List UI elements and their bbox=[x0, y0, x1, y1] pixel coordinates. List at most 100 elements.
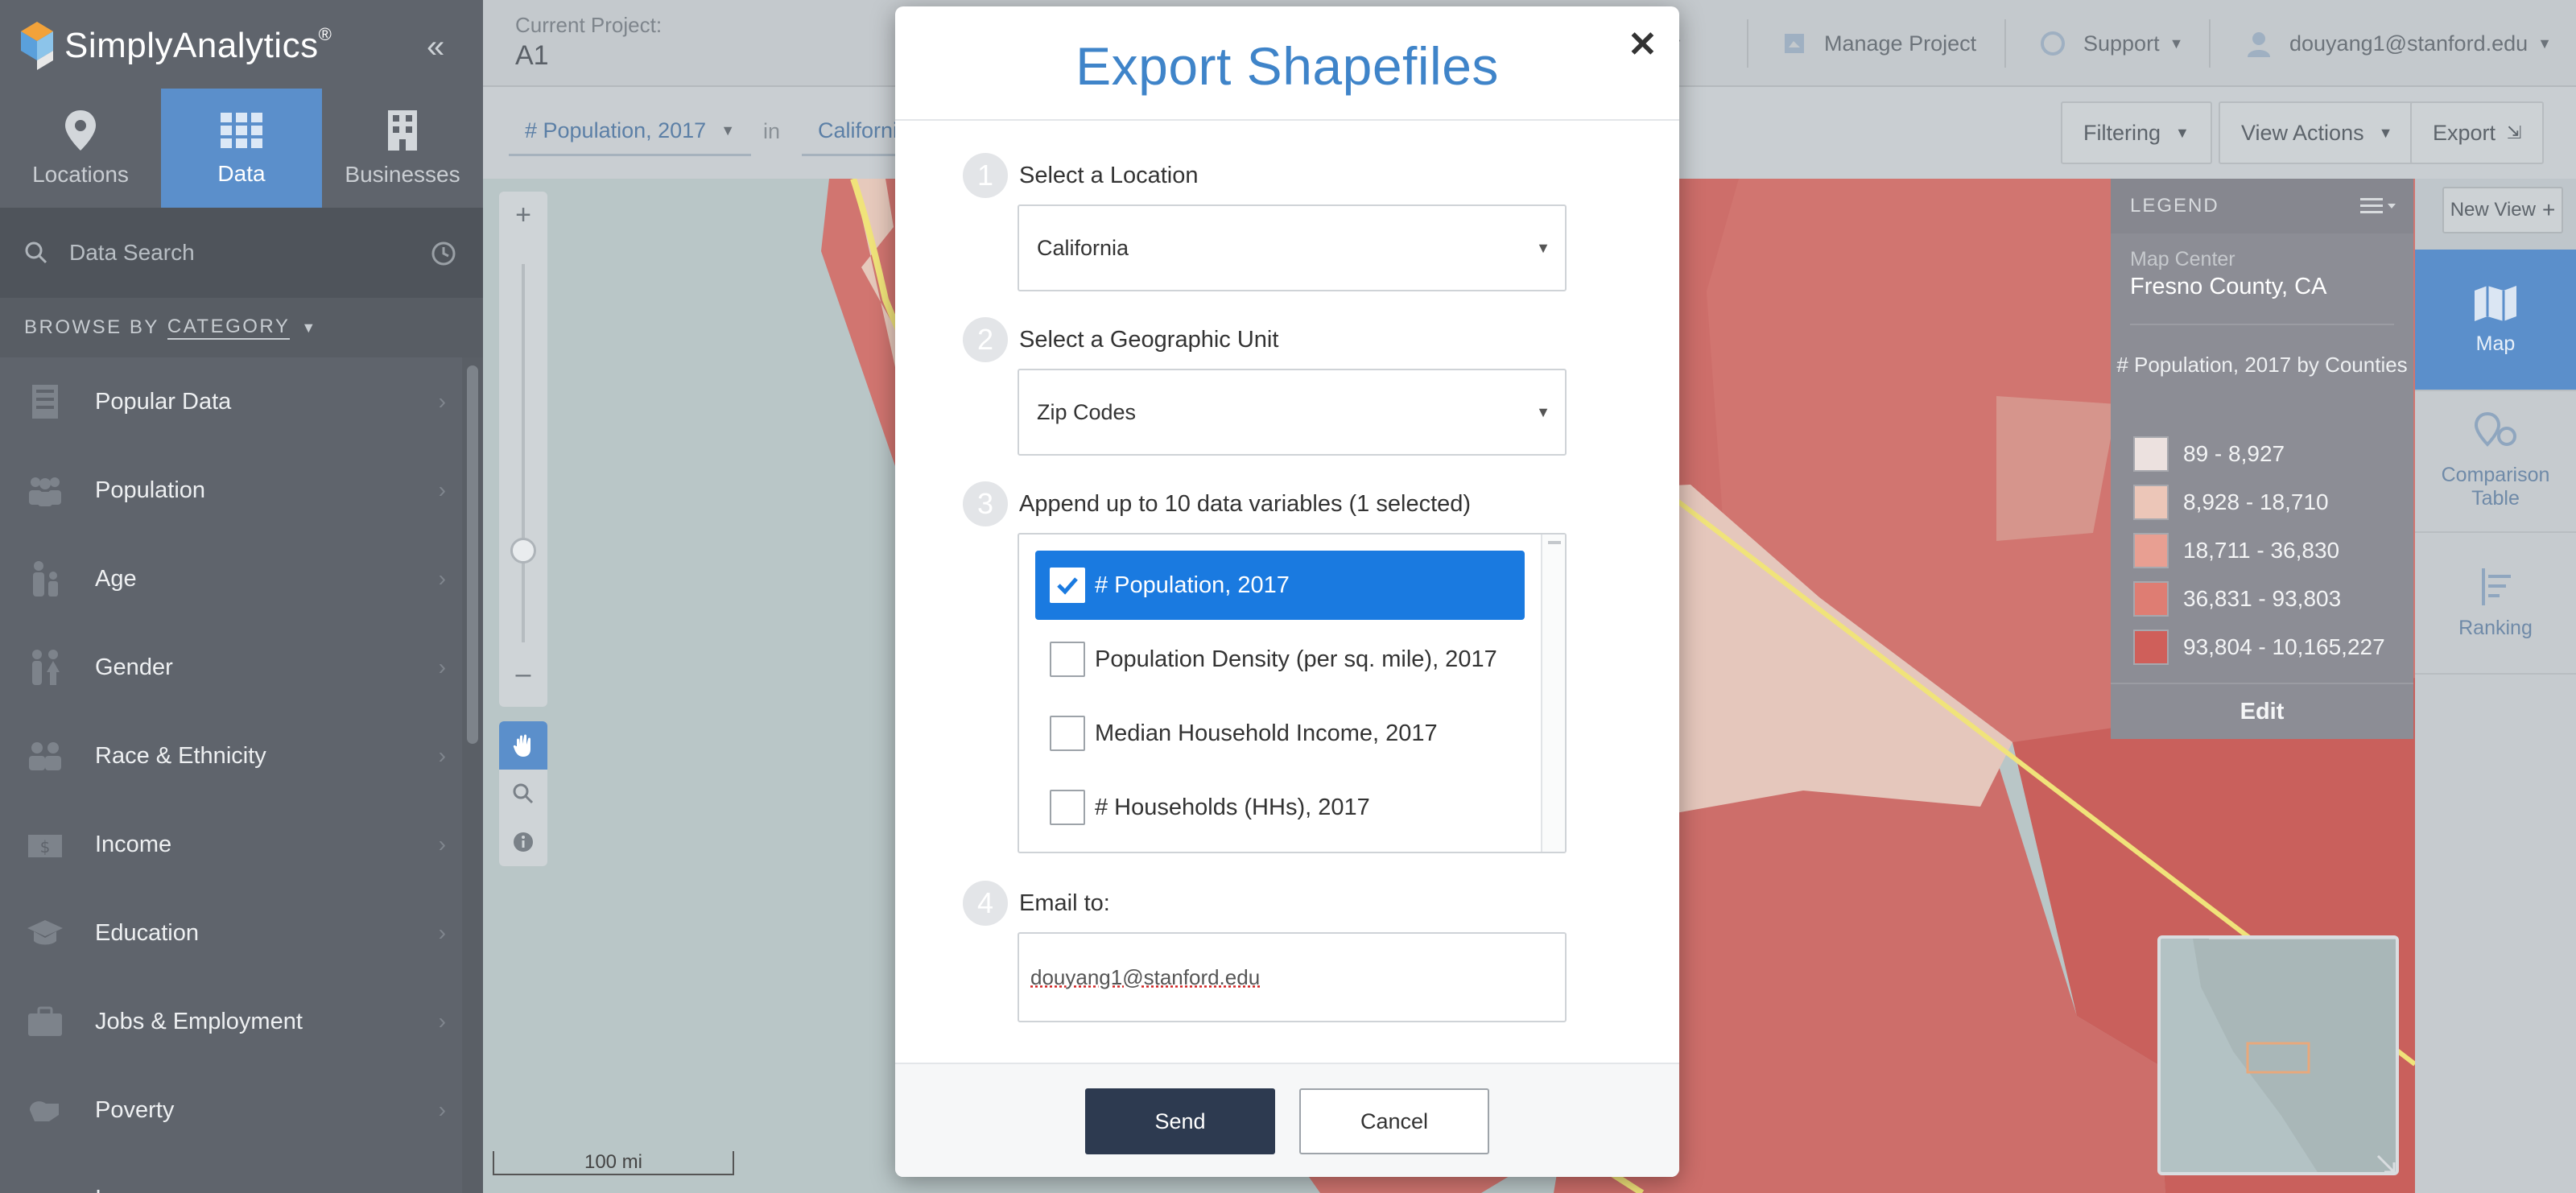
legend-swatch bbox=[2133, 485, 2169, 520]
view-comparison-label: Comparison Table bbox=[2441, 464, 2550, 510]
chevron-right-icon: › bbox=[438, 566, 446, 591]
checkbox[interactable] bbox=[1050, 568, 1085, 603]
checkbox[interactable] bbox=[1050, 716, 1085, 751]
data-bars-icon bbox=[221, 113, 262, 148]
chevron-down-icon: ▼ bbox=[2378, 124, 2393, 141]
registered-mark: ® bbox=[318, 24, 332, 44]
data-search-input[interactable] bbox=[69, 240, 423, 266]
map-icon bbox=[2475, 285, 2516, 321]
chevron-down-icon: ▼ bbox=[2175, 124, 2190, 141]
browse-prefix: BROWSE BY bbox=[24, 316, 159, 338]
category-population[interactable]: Population › bbox=[0, 446, 462, 535]
user-menu[interactable]: douyang1@stanford.edu ▼ bbox=[2246, 0, 2552, 87]
category-popular-data[interactable]: Popular Data › bbox=[0, 357, 462, 446]
chevron-right-icon: › bbox=[438, 832, 446, 857]
category-jobs-employment[interactable]: Jobs & Employment › bbox=[0, 977, 462, 1066]
logo[interactable]: SimplyAnalytics ® bbox=[18, 18, 332, 74]
zoom-out-button[interactable]: – bbox=[499, 658, 547, 690]
variable-option[interactable]: # Population, 2017 bbox=[1035, 551, 1525, 620]
data-search-bar bbox=[0, 208, 483, 298]
view-map-label: Map bbox=[2475, 332, 2516, 355]
export-button[interactable]: Export ⇲ bbox=[2410, 101, 2545, 164]
email-field[interactable]: douyang1@stanford.edu bbox=[1018, 932, 1567, 1022]
user-avatar-icon bbox=[2248, 32, 2270, 57]
more-icon bbox=[26, 1179, 64, 1193]
category-age[interactable]: Age › bbox=[0, 535, 462, 623]
scrollbar-thumb[interactable] bbox=[1548, 541, 1561, 544]
legend-menu-icon[interactable] bbox=[2359, 195, 2399, 221]
legend-swatch bbox=[2133, 436, 2169, 472]
minimap-image bbox=[2193, 939, 2396, 1172]
category-gender[interactable]: Gender › bbox=[0, 623, 462, 712]
view-actions-button[interactable]: View Actions ▼ bbox=[2219, 101, 2416, 164]
chevron-down-icon: ▼ bbox=[720, 122, 736, 138]
divider bbox=[1747, 19, 1748, 68]
zoom-tool-icon[interactable] bbox=[499, 770, 547, 818]
checkbox[interactable] bbox=[1050, 642, 1085, 677]
geographic-unit-select[interactable]: Zip Codes ▼ bbox=[1018, 369, 1567, 456]
new-view-button[interactable]: New View + bbox=[2442, 187, 2563, 233]
support-menu[interactable]: Support ▼ bbox=[2040, 0, 2183, 87]
category-income[interactable]: $ Income › bbox=[0, 800, 462, 889]
current-project-name[interactable]: A1 bbox=[515, 40, 549, 72]
step-label: Append up to 10 data variables (1 select… bbox=[1019, 490, 1472, 517]
variable-option[interactable]: # Households (HHs), 2017 bbox=[1035, 773, 1525, 842]
tab-data[interactable]: Data bbox=[161, 89, 322, 208]
divider bbox=[2209, 19, 2211, 68]
collapse-sidebar-icon[interactable]: « bbox=[427, 29, 444, 65]
education-icon bbox=[26, 914, 64, 952]
variable-option[interactable]: Median Household Income, 2017 bbox=[1035, 699, 1525, 768]
send-button[interactable]: Send bbox=[1085, 1088, 1275, 1154]
in-label: in bbox=[763, 119, 781, 143]
category-poverty[interactable]: Poverty › bbox=[0, 1066, 462, 1154]
variables-scrollbar[interactable] bbox=[1541, 535, 1565, 852]
step-email: 4 Email to: bbox=[963, 881, 1110, 926]
divider bbox=[895, 119, 1679, 121]
manage-project-menu[interactable]: Manage Project bbox=[1782, 0, 1976, 87]
category-education[interactable]: Education › bbox=[0, 889, 462, 977]
zoom-slider-handle[interactable] bbox=[510, 538, 536, 563]
view-ranking[interactable]: Ranking bbox=[2415, 533, 2576, 675]
step-label: Select a Geographic Unit bbox=[1019, 326, 1279, 353]
category-race-ethnicity[interactable]: Race & Ethnicity › bbox=[0, 712, 462, 800]
category-label: Popular Data bbox=[95, 388, 232, 415]
location-pin-icon bbox=[65, 110, 96, 151]
overview-minimap[interactable] bbox=[2157, 935, 2399, 1175]
close-icon[interactable]: ✕ bbox=[1628, 24, 1657, 65]
view-comparison-table[interactable]: Comparison Table bbox=[2415, 391, 2576, 533]
variable-selector[interactable]: # Population, 2017 ▼ bbox=[509, 108, 752, 156]
category-label: Education bbox=[95, 919, 199, 946]
email-value: douyang1@stanford.edu bbox=[1030, 964, 1261, 989]
map-center-value: Fresno County, CA bbox=[2130, 274, 2327, 299]
zoom-in-button[interactable]: + bbox=[499, 200, 547, 231]
category-more[interactable]: I bbox=[0, 1154, 462, 1193]
checkbox[interactable] bbox=[1050, 790, 1085, 825]
step-data-variables: 3 Append up to 10 data variables (1 sele… bbox=[963, 481, 1471, 526]
scrollbar-thumb[interactable] bbox=[467, 365, 478, 744]
zoom-slider-track[interactable] bbox=[522, 264, 525, 642]
info-icon[interactable] bbox=[499, 818, 547, 866]
browse-by-category[interactable]: BROWSE BY CATEGORY ▼ bbox=[0, 298, 483, 357]
tab-businesses[interactable]: Businesses bbox=[322, 89, 483, 208]
location-select-value: California bbox=[1037, 235, 1129, 260]
variable-option[interactable]: Population Density (per sq. mile), 2017 bbox=[1035, 625, 1525, 694]
legend-edit-button[interactable]: Edit bbox=[2111, 683, 2413, 739]
cancel-button[interactable]: Cancel bbox=[1299, 1088, 1489, 1154]
view-map[interactable]: Map bbox=[2415, 250, 2576, 391]
pan-hand-icon[interactable] bbox=[499, 721, 547, 770]
race-ethnicity-icon bbox=[26, 737, 64, 775]
browse-category[interactable]: CATEGORY bbox=[167, 316, 291, 340]
location-select[interactable]: California ▼ bbox=[1018, 204, 1567, 291]
legend-range-label: 18,711 - 36,830 bbox=[2183, 538, 2340, 563]
sidebar-scrollbar[interactable] bbox=[462, 357, 483, 1193]
export-label: Export bbox=[2433, 120, 2496, 145]
history-icon[interactable] bbox=[430, 240, 457, 267]
manage-project-icon bbox=[1785, 34, 1804, 53]
manage-project-label: Manage Project bbox=[1824, 31, 1977, 56]
filtering-button[interactable]: Filtering ▼ bbox=[2061, 101, 2212, 164]
legend-swatch bbox=[2133, 533, 2169, 568]
current-project-label: Current Project: bbox=[515, 13, 663, 37]
location-label: Californi bbox=[818, 118, 898, 142]
tab-locations[interactable]: Locations bbox=[0, 89, 161, 208]
chevron-right-icon: › bbox=[438, 654, 446, 679]
